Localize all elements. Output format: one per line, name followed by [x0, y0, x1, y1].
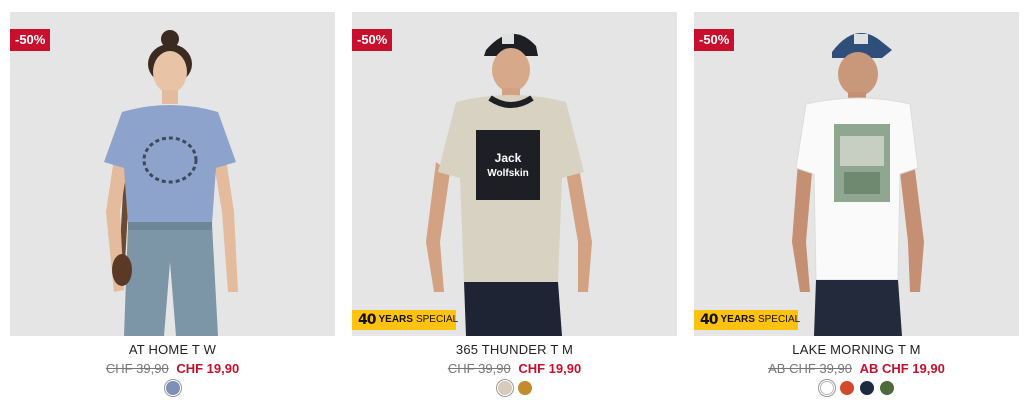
product-card-at-home[interactable]: -50% AT HOME T W CHF 39,90 CHF 19,90: [10, 12, 335, 400]
price-row: CHF 39,90 CHF 19,90: [10, 361, 335, 376]
original-price: AB CHF 39,90: [768, 361, 852, 376]
discount-badge: -50%: [694, 29, 735, 51]
40-years-logo: 40: [358, 312, 377, 328]
color-swatches: [10, 379, 335, 397]
sale-price: CHF 19,90: [518, 361, 582, 376]
product-grid: -50% AT HOME T W CHF 39,90 CHF 19,90 -50…: [0, 0, 1024, 400]
original-price: CHF 39,90: [447, 361, 511, 376]
years-special-badge: 40 YEARS SPECIAL: [694, 310, 801, 330]
special-label-years: YEARS: [378, 314, 413, 325]
model-man-photo: [792, 33, 924, 336]
price-row: AB CHF 39,90 AB CHF 19,90: [694, 361, 1019, 376]
original-price: CHF 39,90: [105, 361, 169, 376]
product-card-lake-morning[interactable]: -50% 40 YEARS SPECIAL LAKE MORNING T M A…: [694, 12, 1019, 400]
product-name[interactable]: LAKE MORNING T M: [694, 342, 1019, 357]
product-image[interactable]: -50% Jack Wolfskin 40 YEARS SPECIAL: [352, 12, 677, 336]
years-special-badge: 40 YEARS SPECIAL: [352, 310, 459, 330]
product-image[interactable]: -50%: [10, 12, 335, 336]
svg-text:Wolfskin: Wolfskin: [487, 168, 528, 179]
color-swatches: [352, 379, 677, 397]
product-card-365-thunder[interactable]: -50% Jack Wolfskin 40 YEARS SPECIAL 365 …: [352, 12, 677, 400]
special-label-years: YEARS: [720, 314, 755, 325]
special-label-special: SPECIAL: [415, 314, 459, 325]
color-swatch[interactable]: [517, 381, 532, 395]
color-swatches: [694, 379, 1019, 397]
color-swatch[interactable]: [859, 381, 874, 395]
product-image[interactable]: -50% 40 YEARS SPECIAL: [694, 12, 1019, 336]
svg-text:Jack: Jack: [495, 151, 522, 165]
sale-price: CHF 19,90: [176, 361, 240, 376]
color-swatch[interactable]: [495, 379, 514, 397]
sale-price: AB CHF 19,90: [859, 361, 945, 376]
discount-badge: -50%: [352, 29, 393, 51]
40-years-logo: 40: [700, 312, 719, 328]
color-swatch[interactable]: [163, 379, 182, 397]
price-row: CHF 39,90 CHF 19,90: [352, 361, 677, 376]
product-name[interactable]: AT HOME T W: [10, 342, 335, 357]
special-label-special: SPECIAL: [757, 314, 801, 325]
discount-badge: -50%: [10, 29, 51, 51]
color-swatch[interactable]: [817, 379, 836, 397]
product-name[interactable]: 365 THUNDER T M: [352, 342, 677, 357]
model-man-photo: Jack Wolfskin: [426, 33, 592, 336]
color-swatch[interactable]: [879, 381, 894, 395]
color-swatch[interactable]: [839, 381, 854, 395]
model-woman-photo: [104, 30, 238, 336]
